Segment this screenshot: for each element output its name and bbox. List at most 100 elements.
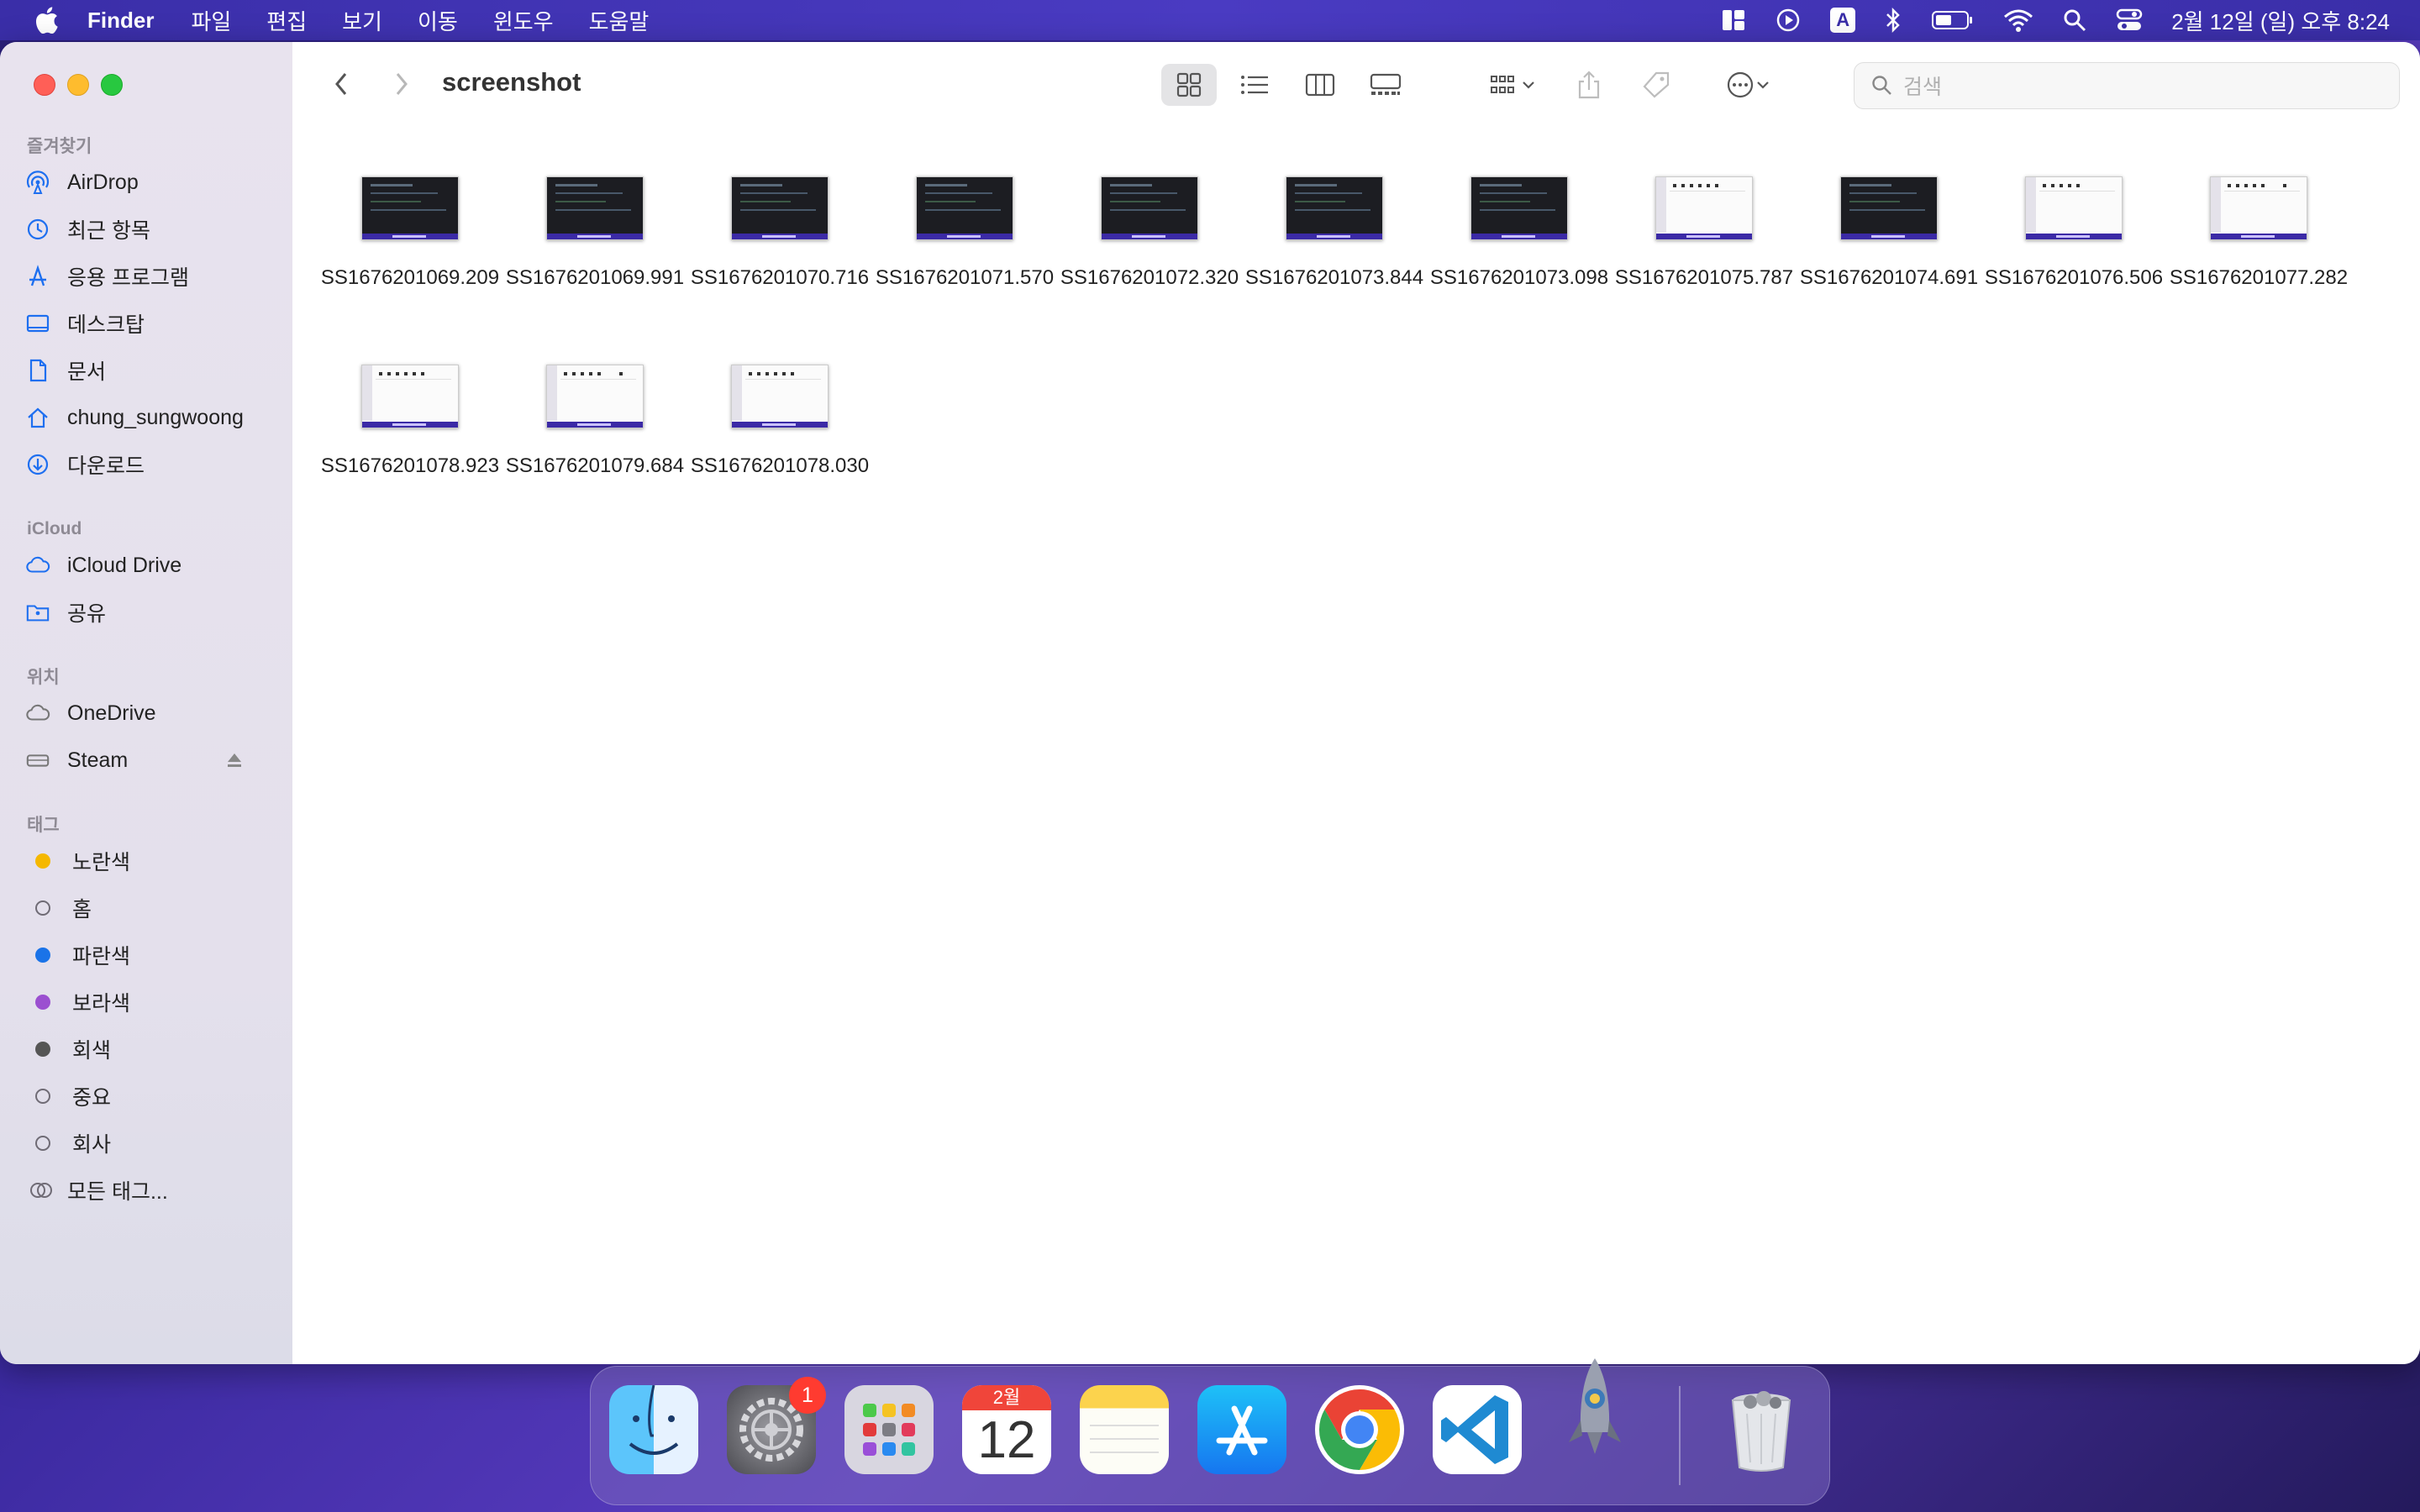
desktop-icon (25, 311, 50, 336)
cloud-icon (25, 553, 50, 578)
menu-edit[interactable]: 편집 (266, 5, 307, 36)
sidebar-item-label: 파란색 (72, 945, 131, 969)
zoom-window-button[interactable] (101, 74, 123, 96)
sidebar-item-recents[interactable]: 최근 항목 (25, 210, 277, 249)
input-source-icon[interactable]: A (1830, 8, 1856, 33)
close-window-button[interactable] (34, 74, 55, 96)
dock-finder[interactable] (609, 1384, 698, 1474)
gray-tag-dot (35, 1042, 50, 1057)
sidebar-tag-purple[interactable]: 보라색 (25, 983, 277, 1021)
toolbar: screenshot 검색 (292, 42, 2420, 131)
sidebar-tag-home[interactable]: 홈 (25, 889, 277, 927)
file-item[interactable]: SS1676201071.570 (872, 176, 1057, 291)
dock: 1 2월 12 (590, 1358, 1830, 1505)
sidebar-item-home[interactable]: chung_sungwoong (25, 398, 277, 437)
notes-icon (1090, 1425, 1159, 1453)
sidebar-section-tags: 태그 (27, 816, 60, 835)
search-field[interactable]: 검색 (1854, 62, 2400, 109)
gallery-view-button[interactable] (1358, 64, 1413, 106)
eject-icon[interactable] (225, 751, 244, 775)
file-thumbnail (1286, 176, 1383, 240)
tags-button[interactable] (1635, 64, 1677, 106)
icon-view-button[interactable] (1161, 64, 1217, 106)
control-center-icon[interactable] (2116, 8, 2143, 33)
menu-help[interactable]: 도움말 (589, 5, 650, 36)
menu-window[interactable]: 윈도우 (493, 5, 554, 36)
minimize-window-button[interactable] (67, 74, 89, 96)
sidebar-tag-gray[interactable]: 회색 (25, 1030, 277, 1068)
sidebar-item-icloud-drive[interactable]: iCloud Drive (25, 546, 277, 585)
menu-app-name[interactable]: Finder (87, 8, 154, 34)
menu-clock[interactable]: 2월 12일 (일) 오후 8:24 (2171, 5, 2390, 36)
dock-calendar[interactable]: 2월 12 (962, 1385, 1051, 1474)
file-item[interactable]: SS1676201074.691 (1797, 176, 1981, 291)
file-item[interactable]: SS1676201079.684 (502, 365, 687, 480)
sidebar: 즐겨찾기 AirDrop 최근 항목 응용 프로그램 데스크탑 문서 chung… (0, 42, 293, 1364)
battery-icon[interactable] (1931, 9, 1975, 31)
dock-trash[interactable] (1717, 1385, 1806, 1474)
apple-logo-icon[interactable] (34, 7, 59, 34)
file-item[interactable]: SS1676201069.209 (318, 176, 502, 291)
applications-icon (25, 264, 50, 289)
list-icon (1241, 76, 1268, 94)
sidebar-item-label: 최근 항목 (67, 219, 150, 243)
sidebar-tag-all[interactable]: 모든 태그... (25, 1171, 277, 1210)
back-button[interactable] (324, 67, 358, 101)
menu-file[interactable]: 파일 (191, 5, 231, 36)
sidebar-item-steam[interactable]: Steam (25, 741, 277, 780)
sidebar-item-documents[interactable]: 문서 (25, 351, 277, 390)
dock-python-launcher[interactable] (1550, 1355, 1639, 1464)
sidebar-item-applications[interactable]: 응용 프로그램 (25, 257, 277, 296)
sidebar-item-airdrop[interactable]: AirDrop (25, 163, 277, 202)
wifi-icon[interactable] (2003, 8, 2033, 33)
file-item[interactable]: SS1676201077.282 (2166, 176, 2351, 291)
dock-system-settings[interactable]: 1 (727, 1377, 826, 1474)
file-name: SS1676201078.923 (320, 454, 500, 477)
list-view-button[interactable] (1227, 64, 1282, 106)
sidebar-tag-blue[interactable]: 파란색 (25, 936, 277, 974)
file-item[interactable]: SS1676201070.716 (687, 176, 872, 291)
share-button[interactable] (1568, 64, 1610, 106)
sidebar-item-shared[interactable]: 공유 (25, 593, 277, 632)
file-item[interactable]: SS1676201073.844 (1242, 176, 1427, 291)
sidebar-item-desktop[interactable]: 데스크탑 (25, 304, 277, 343)
column-view-button[interactable] (1292, 64, 1348, 106)
sidebar-tag-yellow[interactable]: 노란색 (25, 842, 277, 880)
window-layout-icon[interactable] (1721, 8, 1746, 33)
sidebar-item-downloads[interactable]: 다운로드 (25, 445, 277, 484)
sidebar-tag-important[interactable]: 중요 (25, 1077, 277, 1116)
dock-vscode[interactable] (1433, 1385, 1522, 1474)
notification-badge: 1 (789, 1377, 826, 1414)
file-item[interactable]: SS1676201078.923 (318, 365, 502, 480)
file-item[interactable]: SS1676201073.098 (1427, 176, 1612, 291)
menu-view[interactable]: 보기 (342, 5, 382, 36)
file-thumbnail (361, 365, 459, 428)
sidebar-tag-work[interactable]: 회사 (25, 1124, 277, 1163)
file-item[interactable]: SS1676201075.787 (1612, 176, 1797, 291)
spotlight-search-icon[interactable] (2062, 8, 2087, 33)
file-item[interactable]: SS1676201078.030 (687, 365, 872, 480)
file-thumbnail (731, 176, 829, 240)
play-circle-icon[interactable] (1775, 7, 1802, 34)
dock-app-store[interactable] (1197, 1385, 1286, 1474)
file-name: SS1676201073.098 (1429, 266, 1609, 289)
forward-button[interactable] (385, 67, 418, 101)
file-item[interactable]: SS1676201069.991 (502, 176, 687, 291)
dock-notes[interactable] (1080, 1385, 1169, 1474)
blue-tag-dot (35, 948, 50, 963)
more-actions-button[interactable] (1712, 64, 1783, 106)
home-icon (25, 405, 50, 430)
file-item[interactable]: SS1676201072.320 (1057, 176, 1242, 291)
file-item[interactable]: SS1676201076.506 (1981, 176, 2166, 291)
file-name: SS1676201077.282 (2169, 266, 2349, 289)
sidebar-item-onedrive[interactable]: OneDrive (25, 694, 277, 732)
chevron-right-icon (396, 73, 408, 95)
dock-chrome[interactable] (1315, 1385, 1404, 1474)
bluetooth-icon[interactable] (1884, 7, 1902, 34)
all-tags-icon (29, 1178, 54, 1203)
file-name: SS1676201072.320 (1060, 266, 1239, 289)
file-name: SS1676201069.991 (505, 266, 685, 289)
group-by-button[interactable] (1477, 64, 1548, 106)
menu-go[interactable]: 이동 (418, 5, 458, 36)
dock-launchpad[interactable] (844, 1385, 934, 1474)
